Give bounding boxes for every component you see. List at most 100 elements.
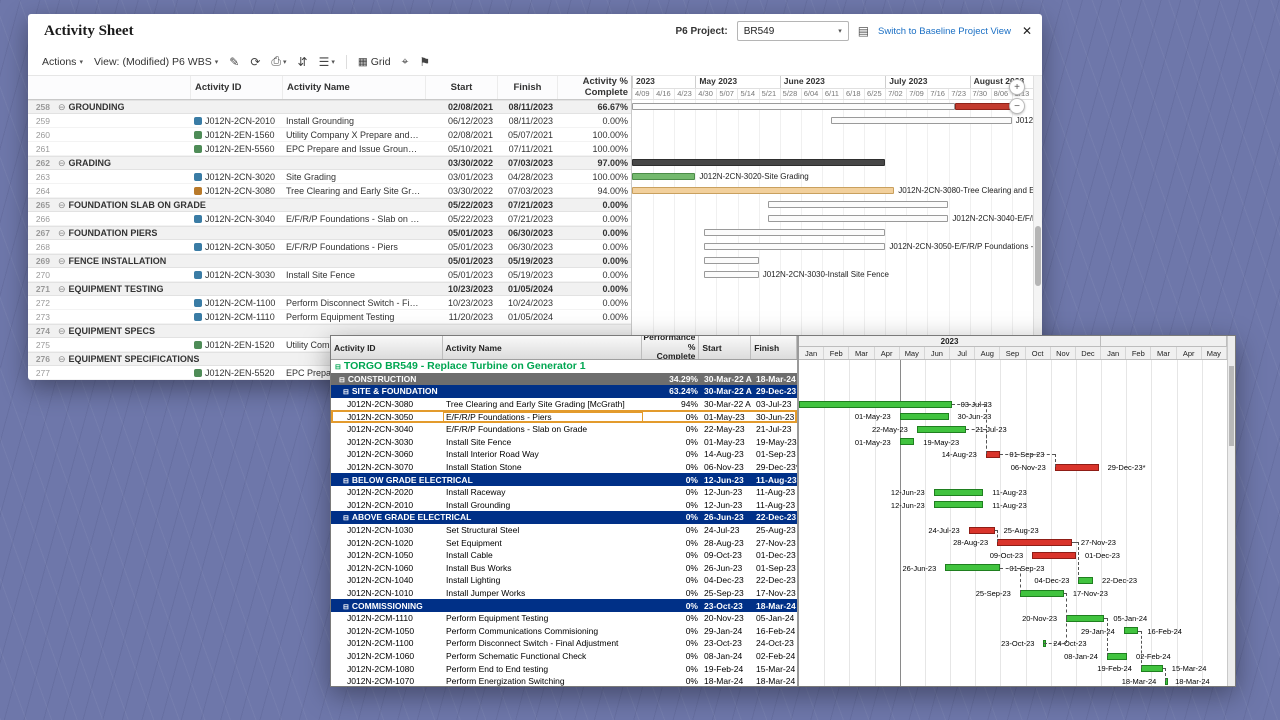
table-row[interactable]: J012N-2CM-1110Perform Equipment Testing0… bbox=[331, 612, 797, 625]
gantt-bar[interactable] bbox=[900, 438, 915, 445]
table-row[interactable]: ⊟TORGO BR549 - Replace Turbine on Genera… bbox=[331, 360, 797, 373]
table-row[interactable]: 258⊖GROUNDING02/08/202108/11/202366.67% bbox=[28, 100, 631, 114]
table-row[interactable]: 261J012N-2EN-5560EPC Prepare and Issue G… bbox=[28, 142, 631, 156]
col-activity-id[interactable]: Activity ID bbox=[331, 336, 443, 359]
col-pct[interactable]: Activity % Complete bbox=[557, 76, 632, 99]
filter-icon[interactable]: ⇵ bbox=[298, 55, 308, 69]
collapse-icon[interactable]: ⊟ bbox=[343, 604, 349, 611]
col-activity-name[interactable]: Activity Name bbox=[282, 76, 425, 99]
print-icon[interactable]: ⎙▾ bbox=[271, 54, 286, 69]
col-activity-name[interactable]: Activity Name bbox=[443, 336, 642, 359]
gantt-bar[interactable] bbox=[1055, 464, 1099, 471]
gantt-bar[interactable] bbox=[799, 401, 952, 408]
collapse-icon[interactable]: ⊟ bbox=[343, 515, 349, 522]
table-row[interactable]: 266J012N-2CN-3040E/F/R/P Foundations - S… bbox=[28, 212, 631, 226]
gantt-bar[interactable] bbox=[986, 451, 1001, 458]
gantt-bar[interactable] bbox=[900, 413, 949, 420]
collapse-icon[interactable]: ⊟ bbox=[343, 389, 349, 396]
project-select[interactable]: BR549 ▾ bbox=[737, 21, 849, 41]
scrollbar-thumb[interactable] bbox=[1229, 366, 1234, 446]
scrollbar-thumb[interactable] bbox=[1035, 226, 1041, 286]
collapse-icon[interactable]: ⊖ bbox=[58, 158, 66, 168]
gantt-bar[interactable] bbox=[955, 103, 1012, 110]
table-row[interactable]: J012N-2CM-1100Perform Disconnect Switch … bbox=[331, 637, 797, 650]
table-row[interactable]: J012N-2CN-1020Set Equipment0%28-Aug-2327… bbox=[331, 536, 797, 549]
gantt-bar[interactable] bbox=[1020, 590, 1064, 597]
col-start[interactable]: Start bbox=[425, 76, 497, 99]
gantt-bar[interactable] bbox=[945, 564, 1000, 571]
table-row[interactable]: J012N-2CN-2010Install Grounding0%12-Jun-… bbox=[331, 499, 797, 512]
table-row[interactable]: J012N-2CM-1050Perform Communications Com… bbox=[331, 624, 797, 637]
gantt-bar[interactable] bbox=[704, 271, 759, 278]
col-start[interactable]: Start bbox=[699, 336, 751, 359]
table-row[interactable]: J012N-2CN-3070Install Station Stone0%06-… bbox=[331, 461, 797, 474]
table-row[interactable]: J012N-2CN-1040Install Lighting0%04-Dec-2… bbox=[331, 574, 797, 587]
table-row[interactable]: J012N-2CM-1080Perform End to End testing… bbox=[331, 662, 797, 675]
collapse-icon[interactable]: ⊖ bbox=[58, 256, 66, 266]
zoom-in-button[interactable]: + bbox=[1009, 79, 1025, 95]
gantt-bar[interactable] bbox=[969, 527, 995, 534]
table-row[interactable]: 265⊖FOUNDATION SLAB ON GRADE05/22/202307… bbox=[28, 198, 631, 212]
panel-icon[interactable]: ▤ bbox=[858, 24, 869, 38]
gantt-bar[interactable] bbox=[704, 243, 885, 250]
collapse-icon[interactable]: ⊖ bbox=[58, 284, 66, 294]
table-row[interactable]: 263J012N-2CN-3020Site Grading03/01/20230… bbox=[28, 170, 631, 184]
gantt-bar[interactable] bbox=[1032, 552, 1076, 559]
gantt-bar[interactable] bbox=[704, 257, 759, 264]
col-performance-pct[interactable]: Performance % Complete bbox=[642, 336, 700, 359]
table-row[interactable]: J012N-2CN-1060Install Bus Works0%26-Jun-… bbox=[331, 562, 797, 575]
gantt-bar[interactable] bbox=[632, 103, 955, 110]
table-row[interactable]: 270J012N-2CN-3030Install Site Fence05/01… bbox=[28, 268, 631, 282]
refresh-icon[interactable]: ⟳ bbox=[250, 55, 260, 69]
col-finish[interactable]: Finish bbox=[497, 76, 557, 99]
grid-button[interactable]: ▦Grid bbox=[358, 56, 391, 68]
table-row[interactable]: 259J012N-2CN-2010Install Grounding06/12/… bbox=[28, 114, 631, 128]
gantt-bar[interactable] bbox=[768, 201, 949, 208]
col-finish[interactable]: Finish bbox=[751, 336, 797, 359]
table-row[interactable]: ⊟COMMISSIONING0%23-Oct-2318-Mar-24 bbox=[331, 599, 797, 612]
collapse-icon[interactable]: ⊖ bbox=[58, 228, 66, 238]
gantt-bar[interactable] bbox=[1124, 627, 1139, 634]
gantt-bar[interactable] bbox=[1141, 665, 1163, 672]
gantt-bar[interactable] bbox=[934, 489, 984, 496]
gantt-bar[interactable] bbox=[632, 173, 695, 180]
collapse-icon[interactable]: ⊖ bbox=[58, 102, 66, 112]
table-row[interactable]: 273J012N-2CM-1110Perform Equipment Testi… bbox=[28, 310, 631, 324]
table-row[interactable]: 269⊖FENCE INSTALLATION05/01/202305/19/20… bbox=[28, 254, 631, 268]
table-row[interactable]: J012N-2CN-3050E/F/R/P Foundations - Pier… bbox=[331, 410, 797, 423]
pro-scrollbar[interactable] bbox=[1227, 336, 1235, 686]
table-row[interactable]: 271⊖EQUIPMENT TESTING10/23/202301/05/202… bbox=[28, 282, 631, 296]
collapse-icon[interactable]: ⊖ bbox=[58, 200, 66, 210]
table-row[interactable]: J012N-2CM-1060Perform Schematic Function… bbox=[331, 650, 797, 663]
baseline-link[interactable]: Switch to Baseline Project View bbox=[878, 26, 1011, 37]
table-row[interactable]: J012N-2CN-1010Install Jumper Works0%25-S… bbox=[331, 587, 797, 600]
table-row[interactable]: J012N-2CM-1070Perform Energization Switc… bbox=[331, 675, 797, 686]
table-row[interactable]: J012N-2CN-1050Install Cable0%09-Oct-2301… bbox=[331, 549, 797, 562]
gantt-bar[interactable] bbox=[632, 159, 885, 166]
table-row[interactable]: J012N-2CN-3060Install Interior Road Way0… bbox=[331, 448, 797, 461]
table-row[interactable]: J012N-2CN-2020Install Raceway0%12-Jun-23… bbox=[331, 486, 797, 499]
table-row[interactable]: 267⊖FOUNDATION PIERS05/01/202306/30/2023… bbox=[28, 226, 631, 240]
zoom-out-button[interactable]: − bbox=[1009, 98, 1025, 114]
gantt-bar[interactable] bbox=[934, 501, 984, 508]
table-row[interactable]: 264J012N-2CN-3080Tree Clearing and Early… bbox=[28, 184, 631, 198]
view-menu[interactable]: View:(Modified) P6 WBS▾ bbox=[94, 56, 218, 68]
table-row[interactable]: ⊟CONSTRUCTION34.29%30-Mar-22 A18-Mar-24 bbox=[331, 373, 797, 386]
collapse-icon[interactable]: ⊖ bbox=[58, 354, 66, 364]
gantt-bar[interactable] bbox=[632, 187, 894, 194]
crosshair-icon[interactable]: ⌖ bbox=[402, 54, 409, 69]
collapse-icon[interactable]: ⊟ bbox=[335, 364, 341, 371]
gantt-bar[interactable] bbox=[1066, 615, 1104, 622]
table-row[interactable]: ⊟SITE & FOUNDATION63.24%30-Mar-22 A29-De… bbox=[331, 385, 797, 398]
gantt-bar[interactable] bbox=[997, 539, 1072, 546]
edit-icon[interactable]: ✎ bbox=[229, 55, 239, 69]
menu-icon[interactable]: ☰▾ bbox=[319, 55, 335, 69]
table-row[interactable]: J012N-2CN-3080Tree Clearing and Early Si… bbox=[331, 398, 797, 411]
table-row[interactable]: ⊟ABOVE GRADE ELECTRICAL0%26-Jun-2322-Dec… bbox=[331, 511, 797, 524]
close-icon[interactable]: ✕ bbox=[1022, 24, 1032, 38]
gantt-bar[interactable] bbox=[704, 229, 885, 236]
table-row[interactable]: ⊟BELOW GRADE ELECTRICAL0%12-Jun-2311-Aug… bbox=[331, 473, 797, 486]
col-activity-id[interactable]: Activity ID bbox=[190, 76, 282, 99]
gantt-bar[interactable] bbox=[831, 117, 1012, 124]
table-row[interactable]: 262⊖GRADING03/30/202207/03/202397.00% bbox=[28, 156, 631, 170]
